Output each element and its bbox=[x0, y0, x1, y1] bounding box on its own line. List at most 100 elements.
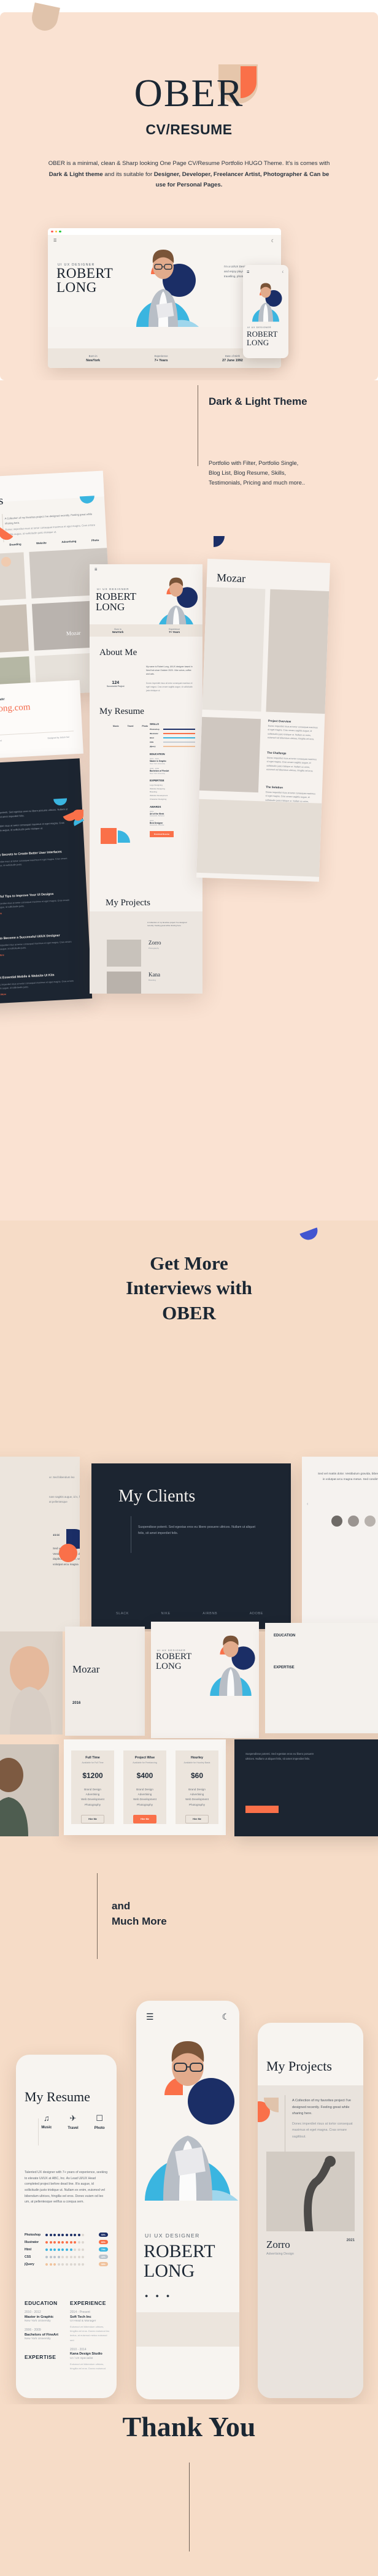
clients-section: ur. Sed bibendum leo nare sagittis augue… bbox=[0, 1423, 378, 1641]
phone-project-image[interactable] bbox=[266, 2152, 355, 2231]
plan-feature: Advertising bbox=[85, 1792, 100, 1796]
plan-feature: Brand Design bbox=[188, 1787, 206, 1791]
dark-panel-cta[interactable] bbox=[245, 1806, 279, 1813]
skill-row: jQuery 30% bbox=[25, 2262, 108, 2266]
stat-value: 7+ Years bbox=[169, 630, 180, 634]
read-more-link[interactable]: Read More bbox=[0, 908, 77, 915]
phone-hero-name2: LONG bbox=[144, 2261, 195, 2281]
hero-name-line2: LONG bbox=[56, 279, 97, 295]
hire-me-button[interactable]: Hire Me bbox=[81, 1815, 104, 1824]
phone-hero-mockup: ☰ ☾ UI UX DESIGNER ROBERT LONG ● ● ● bbox=[136, 2001, 239, 2399]
dark-light-theme-section: Dark & Light Theme Portfolio with Filter… bbox=[0, 380, 378, 1221]
skill-pct: 90% bbox=[98, 2233, 108, 2237]
download-resume-button[interactable]: Download Resume bbox=[150, 831, 174, 838]
testimonial-left-panel: ur. Sed bibendum leo nare sagittis augue… bbox=[0, 1457, 80, 1641]
mozar-para: Donec imperdiet risus at tortor consequa… bbox=[267, 724, 318, 741]
phone-resume-intro: Talented UX designer with 7+ years of ex… bbox=[25, 2171, 108, 2204]
desc-bold-2: Designer, Developer, Freelancer Artist, … bbox=[153, 171, 330, 189]
blog-post-item[interactable]: Most Essential Mobile & Website UI Kits … bbox=[0, 972, 81, 996]
instagram-icon[interactable]: ● bbox=[155, 2293, 158, 2299]
projects-filter-tabs[interactable]: All Design Branding Website Advertising … bbox=[0, 538, 107, 549]
blog-dark-panel: Blog Suspendisse potenti. Sed egestas er… bbox=[0, 758, 93, 1006]
avatar[interactable] bbox=[348, 1516, 359, 1527]
hire-me-button[interactable]: Hire Me bbox=[133, 1815, 156, 1824]
brand-subtitle: CV/RESUME bbox=[145, 121, 233, 137]
hire-me-button[interactable]: Hire Me bbox=[185, 1815, 209, 1824]
edu-years: 2010 - 2012 bbox=[25, 2310, 41, 2314]
moon-icon[interactable]: ☾ bbox=[271, 239, 275, 243]
project-thumb[interactable] bbox=[0, 604, 29, 656]
phone-kicker: UI UX DESIGNER bbox=[247, 326, 272, 329]
filter-tab-photo[interactable]: Photo bbox=[91, 539, 99, 542]
center-name-line1: ROBERT bbox=[96, 591, 137, 602]
contact-email[interactable]: hi@robertlong.com bbox=[0, 702, 31, 716]
center-hero: ☰ UI UX DESIGNER ROBERT LONG Born in New… bbox=[90, 564, 202, 637]
education-small-panel: EDUCATION EXPERTISE bbox=[265, 1623, 378, 1733]
phone-hamburger-icon[interactable]: ☰ bbox=[247, 270, 249, 274]
resume-tab-photo[interactable]: Photo bbox=[142, 725, 148, 727]
plan-feature: Web Development bbox=[81, 1798, 104, 1801]
phone-projects-mockup: My Projects A Collection of my favorites… bbox=[258, 2023, 363, 2398]
phone-resume-icon-row[interactable]: ♫ Music ✈ Travel ☐ Photo bbox=[29, 2114, 117, 2130]
mozar-subhead: The Solution bbox=[266, 785, 284, 789]
mozar-para: Donec imperdiet risus at tortor consequa… bbox=[266, 756, 317, 773]
phone-hero-strip bbox=[136, 2312, 239, 2347]
exp-small-header: EXPERTISE bbox=[274, 1666, 295, 1669]
much-more-heading: and Much More bbox=[112, 1899, 167, 1929]
mozar-subhead: The Challenge bbox=[267, 751, 287, 755]
project-thumb[interactable] bbox=[107, 972, 141, 994]
skill-bar bbox=[163, 729, 195, 730]
phone-hero-name1: ROBERT bbox=[144, 2241, 215, 2261]
interest-music[interactable]: ♫ Music bbox=[41, 2114, 52, 2130]
blog-lead-1: Suspendisse potenti. Sed egestas eros eu… bbox=[0, 807, 68, 819]
phone-projects-title: My Projects bbox=[266, 2058, 332, 2074]
skill-name: Html bbox=[25, 2247, 32, 2252]
skill-bar bbox=[163, 733, 195, 734]
hamburger-icon[interactable]: ☰ bbox=[146, 2012, 154, 2022]
edu-years: 2006 - 2009 bbox=[25, 2328, 41, 2332]
behance-icon[interactable]: ● bbox=[166, 2293, 169, 2299]
skill-row: Photoshop 90% bbox=[25, 2233, 108, 2237]
resume-tab-music[interactable]: Music bbox=[113, 725, 119, 727]
phone-moon-icon[interactable]: ☾ bbox=[282, 270, 285, 274]
phone-hero-social[interactable]: ● ● ● bbox=[145, 2293, 169, 2299]
skill-name: Illustrator bbox=[25, 2240, 39, 2244]
interviews-heading: Get More Interviews with OBER bbox=[37, 1251, 341, 1325]
blog-post-item[interactable]: 10 Useful Tips to Improve Your UI Design… bbox=[0, 891, 77, 915]
clients-lead: Suspendisse potenti. Sed egestas eros eu… bbox=[138, 1525, 255, 1535]
avatar[interactable] bbox=[331, 1516, 342, 1527]
center-page-mockup: ☰ UI UX DESIGNER ROBERT LONG Born in New… bbox=[90, 564, 202, 994]
read-more-link[interactable]: Read More bbox=[0, 867, 74, 873]
exp-role: UI / UX Specialist bbox=[70, 2356, 93, 2360]
experience-header: EXPERIENCE bbox=[70, 2300, 106, 2306]
phone-notch bbox=[171, 2001, 205, 2008]
second-showcase-band: Mozar 2016 UI UX DESIGNER ROBERT LONG ED… bbox=[0, 1622, 378, 1865]
interest-photo[interactable]: ☐ Photo bbox=[94, 2114, 105, 2130]
blog-post-item[interactable]: Usability Secrets to Create Better User … bbox=[0, 849, 74, 873]
thank-you-section: Thank You bbox=[0, 2404, 378, 2576]
filter-tab-website[interactable]: Website bbox=[36, 541, 47, 545]
filter-tab-advertising[interactable]: Advertising bbox=[61, 540, 76, 543]
avatar[interactable] bbox=[364, 1516, 376, 1527]
resume-tabs[interactable]: Music Travel Photo bbox=[113, 725, 148, 727]
project-thumb[interactable] bbox=[107, 940, 141, 967]
copyright-text: © 2021 RobertLong.com All Right Reserved bbox=[0, 739, 2, 744]
read-more-link[interactable]: Read More bbox=[0, 950, 79, 957]
skill-name: Html bbox=[150, 737, 154, 739]
twitter-icon[interactable]: ● bbox=[145, 2293, 148, 2299]
resume-tab-travel[interactable]: Travel bbox=[128, 725, 134, 727]
contact-footer-panel: Do you have project ? Let's talk! hi@rob… bbox=[0, 680, 83, 761]
hamburger-icon[interactable]: ☰ bbox=[94, 568, 97, 572]
filter-tab-branding[interactable]: Branding bbox=[9, 543, 21, 546]
interest-travel[interactable]: ✈ Travel bbox=[68, 2114, 78, 2130]
moon-icon[interactable]: ☾ bbox=[222, 2012, 230, 2022]
much-more-line-1: and bbox=[112, 1900, 131, 1912]
clients-title: My Clients bbox=[118, 1487, 196, 1506]
blog-post-item[interactable]: How to Become a Successful UI/UX Designe… bbox=[0, 933, 79, 957]
pricing-card-hourly: Hourley Available for Hourley Basis $60 … bbox=[176, 1750, 218, 1824]
confetti-orange-circle bbox=[59, 1544, 77, 1562]
edu-title: Master in Graphic bbox=[25, 2315, 54, 2319]
counter-label: Successful Project bbox=[107, 685, 125, 688]
carousel-prev-icon[interactable]: ‹ bbox=[307, 1502, 308, 1506]
hamburger-icon[interactable]: ☰ bbox=[53, 239, 56, 243]
